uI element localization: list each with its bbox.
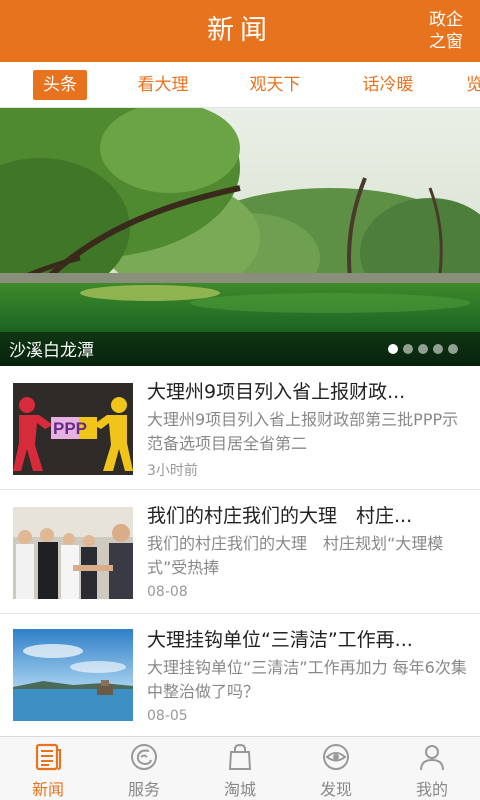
news-title: 大理挂钩单位“三清洁”工作再... [147, 629, 413, 651]
nav-label: 我的 [415, 780, 448, 799]
government-window-link-line1: 政企 [429, 10, 463, 30]
shopping-bag-icon [228, 743, 252, 770]
news-summary: 我们的村庄我们的大理 村庄规划“大理模式”受热捧 [147, 534, 444, 577]
news-item[interactable]: PPP 大理州9项目列入省上报财政... 大理州9项目列入省上报财政部第三批PP… [0, 366, 480, 490]
tab-warmth[interactable]: 话冷暖 [353, 70, 423, 100]
nav-news[interactable]: 新闻 [0, 737, 96, 800]
news-time: 08-05 [147, 708, 188, 724]
news-title: 大理州9项目列入省上报财政... [147, 381, 406, 403]
tab-world[interactable]: 观天下 [240, 70, 310, 100]
nav-label: 新闻 [31, 780, 64, 799]
tab-headlines[interactable]: 头条 [33, 70, 87, 100]
news-item[interactable]: 我们的村庄我们的大理 村庄... 我们的村庄我们的大理 村庄规划“大理模式”受热… [0, 490, 480, 614]
thumbnail-label: PPP [53, 419, 87, 438]
category-tabs: 头条 看大理 观天下 话冷暖 览 [0, 62, 480, 108]
nav-mine[interactable]: 我的 [384, 737, 480, 800]
carousel-indicators [383, 344, 458, 354]
banner-caption: 沙溪白龙潭 [9, 341, 94, 361]
news-time: 08-08 [147, 584, 188, 600]
nav-shopping[interactable]: 淘城 [192, 737, 288, 800]
banner-image [0, 108, 480, 366]
news-summary: 大理挂钩单位“三清洁”工作再加力 每年6次集中整治做了吗？ [147, 658, 467, 701]
tab-partial[interactable]: 览 [466, 70, 480, 100]
carousel-dot[interactable] [403, 344, 413, 354]
app-header: 新闻 政企 之窗 [0, 0, 480, 62]
banner-carousel[interactable]: 沙溪白龙潭 [0, 108, 480, 366]
eye-icon [323, 744, 349, 770]
nav-service[interactable]: 服务 [96, 737, 192, 800]
carousel-dot[interactable] [448, 344, 458, 354]
news-icon [35, 743, 61, 771]
carousel-dot[interactable] [433, 344, 443, 354]
carousel-dot[interactable] [418, 344, 428, 354]
user-icon [420, 745, 444, 771]
news-thumbnail [13, 507, 133, 599]
tab-see-dali[interactable]: 看大理 [128, 70, 198, 100]
government-window-link-line2: 之窗 [429, 32, 463, 52]
nav-label: 淘城 [223, 780, 256, 799]
news-thumbnail [13, 629, 133, 721]
page-title: 新闻 [207, 15, 273, 46]
nav-label: 服务 [127, 780, 160, 799]
news-summary: 大理州9项目列入省上报财政部第三批PPP示范备选项目居全省第二 [147, 410, 459, 453]
carousel-dot[interactable] [388, 344, 398, 354]
government-window-link[interactable]: 政企 之窗 [420, 9, 472, 53]
news-time: 3小时前 [147, 463, 198, 479]
news-title: 我们的村庄我们的大理 村庄... [147, 505, 413, 527]
service-icon [131, 744, 157, 770]
nav-label: 发现 [319, 780, 352, 799]
news-thumbnail: PPP [13, 383, 133, 475]
nav-discover[interactable]: 发现 [288, 737, 384, 800]
bottom-navigation: 新闻 服务 淘城 发现 我的 [0, 736, 480, 800]
news-item[interactable]: 大理挂钩单位“三清洁”工作再... 大理挂钩单位“三清洁”工作再加力 每年6次集… [0, 614, 480, 738]
